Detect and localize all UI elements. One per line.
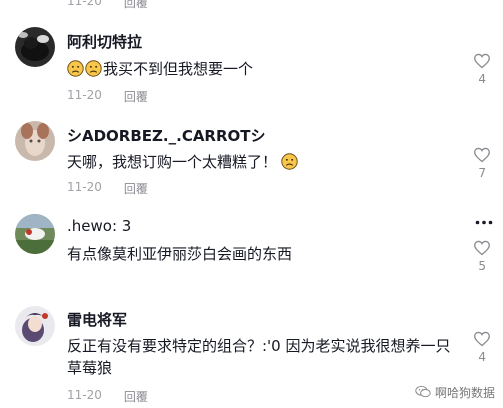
comment-text: 天哪，我想订购一个太糟糕了！	[67, 151, 462, 173]
comment-body: 反正有没有要求特定的组合？:'0 因为老实说我很想养一只草莓狼	[67, 337, 451, 377]
avatar[interactable]	[15, 121, 55, 161]
watermark: 啊哈狗数据	[414, 384, 495, 401]
frowning-face-emoji	[85, 60, 102, 77]
comment-text: 我买不到但我想要一个	[67, 58, 462, 80]
frowning-face-emoji	[67, 60, 84, 77]
comment-body: 天哪，我想订购一个太糟糕了！	[67, 153, 278, 171]
heart-outline-icon[interactable]	[473, 331, 491, 347]
avatar[interactable]	[15, 27, 55, 67]
comment-text: 反正有没有要求特定的组合？:'0 因为老实说我很想养一只草莓狼	[67, 335, 462, 379]
comment-date: 11-20	[67, 88, 102, 102]
comment-meta: 11-20 回覆	[67, 180, 148, 197]
comment-meta: 11-20 回覆	[67, 88, 148, 105]
previous-comment-meta: 11-20 回覆	[67, 0, 148, 11]
avatar[interactable]	[15, 214, 55, 254]
avatar[interactable]	[15, 306, 55, 346]
watermark-text: 啊哈狗数据	[434, 386, 495, 400]
like-count: 5	[478, 259, 486, 273]
frowning-face-emoji	[281, 153, 298, 170]
reply-button[interactable]: 回覆	[124, 180, 148, 197]
username[interactable]: シADORBEZ._.CARROTシ	[67, 125, 266, 146]
like-count: 4	[478, 350, 486, 364]
comment-meta: 11-20 回覆	[67, 388, 148, 405]
comment-date: 11-20	[67, 388, 102, 402]
comment-text: 有点像莫利亚伊丽莎白会画的东西	[67, 243, 462, 265]
wechat-logo-icon	[415, 385, 431, 401]
more-dots-icon[interactable]	[475, 213, 493, 229]
comment-date: 11-20	[67, 180, 102, 194]
comment-body: 我买不到但我想要一个	[103, 60, 254, 78]
heart-outline-icon[interactable]	[473, 147, 491, 163]
heart-outline-icon[interactable]	[473, 53, 491, 69]
reply-button[interactable]: 回覆	[124, 88, 148, 105]
username[interactable]: 雷电将军	[67, 309, 127, 330]
like-count: 4	[478, 72, 486, 86]
comment-date: 11-20	[67, 0, 102, 8]
username[interactable]: .hewo: 3	[67, 217, 131, 235]
reply-button[interactable]: 回覆	[124, 0, 148, 11]
comment-body: 有点像莫利亚伊丽莎白会画的东西	[67, 245, 293, 263]
heart-outline-icon[interactable]	[473, 240, 491, 256]
like-count: 7	[478, 166, 486, 180]
username[interactable]: 阿利切特拉	[67, 31, 142, 52]
reply-button[interactable]: 回覆	[124, 388, 148, 405]
